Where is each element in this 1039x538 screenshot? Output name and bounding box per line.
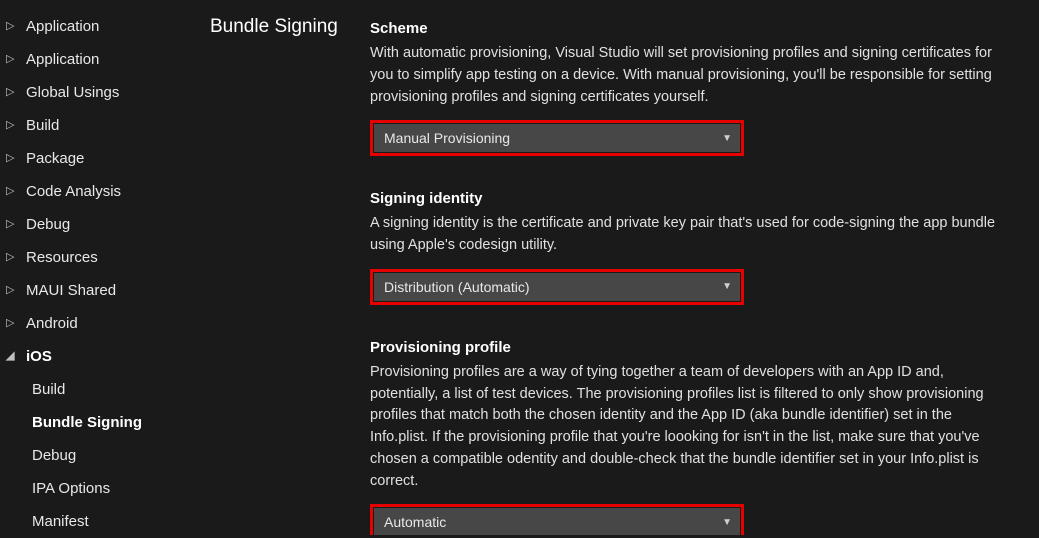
- sidebar-item-label: IPA Options: [32, 478, 110, 499]
- chevron-right-icon: ▷: [6, 52, 20, 67]
- section-scheme: Scheme With automatic provisioning, Visu…: [370, 20, 1009, 156]
- chevron-right-icon: ▷: [6, 250, 20, 265]
- sidebar-item-label: MAUI Shared: [26, 280, 116, 301]
- highlight-box: Automatic ▼: [370, 504, 744, 535]
- provisioning-profile-dropdown[interactable]: Automatic ▼: [374, 508, 740, 535]
- sidebar-item-resources[interactable]: ▷ Resources: [0, 241, 200, 274]
- scheme-dropdown-value: Manual Provisioning: [384, 130, 510, 146]
- chevron-down-icon: ◢: [6, 349, 20, 364]
- highlight-box: Distribution (Automatic) ▼: [370, 269, 744, 305]
- sidebar-item-label: Resources: [26, 247, 98, 268]
- chevron-down-icon: ▼: [722, 133, 732, 144]
- chevron-right-icon: ▷: [6, 19, 20, 34]
- sidebar-item-label: Android: [26, 313, 78, 334]
- page-title-column: Bundle Signing: [200, 0, 370, 535]
- sidebar-item-ios[interactable]: ◢ iOS: [0, 340, 200, 373]
- section-signing-identity: Signing identity A signing identity is t…: [370, 190, 1009, 305]
- sidebar-item-label: Global Usings: [26, 82, 119, 103]
- sidebar-item-build[interactable]: ▷ Build: [0, 109, 200, 142]
- sidebar: ▷ Application ▷ Application ▷ Global Usings…: [0, 0, 200, 535]
- sidebar-item-package[interactable]: ▷ Package: [0, 142, 200, 175]
- sidebar-item-ios-manifest[interactable]: Manifest: [0, 505, 200, 538]
- sidebar-item-application-2[interactable]: ▷ Application: [0, 43, 200, 76]
- highlight-box: Manual Provisioning ▼: [370, 120, 744, 156]
- sidebar-item-application[interactable]: ▷ Application: [0, 10, 200, 43]
- sidebar-item-label: Debug: [26, 214, 70, 235]
- sidebar-item-label: Bundle Signing: [32, 412, 142, 433]
- sidebar-item-label: iOS: [26, 346, 52, 367]
- chevron-down-icon: ▼: [722, 517, 732, 528]
- signing-identity-heading: Signing identity: [370, 190, 1009, 207]
- sidebar-item-code-analysis[interactable]: ▷ Code Analysis: [0, 175, 200, 208]
- chevron-right-icon: ▷: [6, 217, 20, 232]
- section-provisioning-profile: Provisioning profile Provisioning profil…: [370, 339, 1009, 535]
- sidebar-item-label: Application: [26, 49, 99, 70]
- sidebar-item-ios-debug[interactable]: Debug: [0, 439, 200, 472]
- chevron-right-icon: ▷: [6, 85, 20, 100]
- scheme-description: With automatic provisioning, Visual Stud…: [370, 43, 1009, 108]
- sidebar-item-android[interactable]: ▷ Android: [0, 307, 200, 340]
- chevron-right-icon: ▷: [6, 151, 20, 166]
- sidebar-item-ios-build[interactable]: Build: [0, 373, 200, 406]
- sidebar-item-label: Build: [32, 379, 65, 400]
- scheme-heading: Scheme: [370, 20, 1009, 37]
- chevron-down-icon: ▼: [722, 281, 732, 292]
- signing-identity-dropdown-value: Distribution (Automatic): [384, 279, 530, 295]
- sidebar-item-label: Package: [26, 148, 84, 169]
- page-title: Bundle Signing: [210, 14, 360, 41]
- sidebar-item-label: Code Analysis: [26, 181, 121, 202]
- sidebar-item-label: Build: [26, 115, 59, 136]
- sidebar-item-label: Manifest: [32, 511, 89, 532]
- sidebar-item-label: Application: [26, 16, 99, 37]
- sidebar-item-maui-shared[interactable]: ▷ MAUI Shared: [0, 274, 200, 307]
- sidebar-item-debug[interactable]: ▷ Debug: [0, 208, 200, 241]
- chevron-right-icon: ▷: [6, 283, 20, 298]
- provisioning-profile-heading: Provisioning profile: [370, 339, 1009, 356]
- sidebar-item-label: Debug: [32, 445, 76, 466]
- provisioning-profile-dropdown-value: Automatic: [384, 514, 446, 530]
- signing-identity-dropdown[interactable]: Distribution (Automatic) ▼: [374, 273, 740, 301]
- scheme-dropdown[interactable]: Manual Provisioning ▼: [374, 124, 740, 152]
- sidebar-item-ios-ipa-options[interactable]: IPA Options: [0, 472, 200, 505]
- sidebar-item-ios-bundle-signing[interactable]: Bundle Signing: [0, 406, 200, 439]
- chevron-right-icon: ▷: [6, 316, 20, 331]
- chevron-right-icon: ▷: [6, 184, 20, 199]
- content-pane: Scheme With automatic provisioning, Visu…: [370, 0, 1039, 535]
- provisioning-profile-description: Provisioning profiles are a way of tying…: [370, 362, 1009, 493]
- chevron-right-icon: ▷: [6, 118, 20, 133]
- sidebar-item-global-usings[interactable]: ▷ Global Usings: [0, 76, 200, 109]
- signing-identity-description: A signing identity is the certificate an…: [370, 213, 1009, 257]
